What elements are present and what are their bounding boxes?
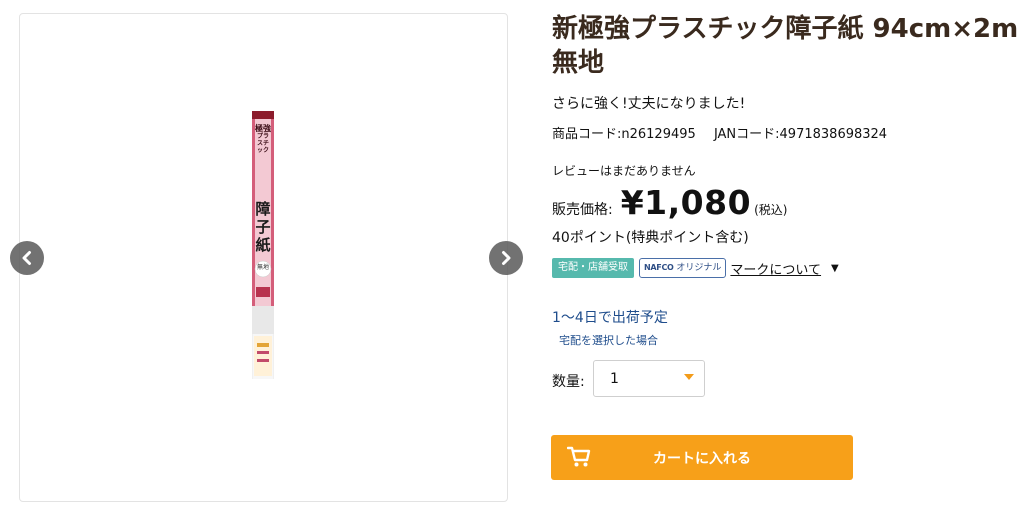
packaging-sub-text: 無地 — [256, 264, 269, 271]
price-tax-note: (税込) — [754, 203, 788, 217]
caret-down-icon[interactable]: ▼ — [831, 263, 839, 274]
shipping-estimate: 1〜4日で出荷予定 — [552, 310, 668, 326]
badge-row: 宅配・店舗受取 NAFCO オリジナル マークについて ▼ — [552, 258, 839, 278]
mark-info-link[interactable]: マークについて — [730, 259, 821, 278]
gallery-prev-button[interactable] — [10, 241, 44, 275]
quantity-select[interactable]: 1 — [593, 360, 705, 397]
price-label: 販売価格: — [552, 202, 613, 218]
points-info: 40ポイント(特典ポイント含む) — [552, 230, 749, 246]
quantity-value: 1 — [610, 370, 619, 387]
packaging-brand-line: プラスチック — [256, 133, 269, 154]
review-status: レビューはまだありません — [552, 164, 696, 178]
packaging-brand-line: 極強 — [255, 123, 271, 133]
product-code: 商品コード:n26129495 — [552, 127, 696, 142]
quantity-label: 数量: — [552, 374, 585, 390]
nafco-suffix-text: オリジナル — [676, 263, 722, 273]
gallery-next-button[interactable] — [489, 241, 523, 275]
product-title: 新極強プラスチック障子紙 94cm×2m 無地 — [552, 14, 1019, 78]
shipping-note: 宅配を選択した場合 — [559, 334, 658, 347]
add-to-cart-button[interactable]: カートに入れる — [551, 435, 853, 480]
dropdown-arrow-icon — [684, 374, 694, 380]
nafco-original-badge: NAFCO オリジナル — [639, 258, 727, 278]
catch-copy: さらに強く!丈夫になりました! — [552, 96, 746, 112]
add-to-cart-label: カートに入れる — [653, 450, 751, 467]
delivery-badge: 宅配・店舗受取 — [552, 258, 634, 278]
price-value: ¥1,080 — [620, 183, 752, 222]
packaging-brand-text: 極強 プラスチック — [255, 123, 271, 155]
nafco-brand-text: NAFCO — [644, 263, 674, 272]
product-codes: 商品コード:n26129495 JANコード:4971838698324 — [552, 123, 901, 142]
chevron-right-icon — [502, 251, 511, 265]
packaging-main-text: 障子紙 — [255, 200, 271, 254]
cart-icon — [567, 446, 591, 467]
chevron-left-icon — [22, 251, 31, 265]
price-row: 販売価格: ¥1,080 (税込) — [552, 183, 787, 222]
jan-code: JANコード:4971838698324 — [713, 127, 888, 142]
